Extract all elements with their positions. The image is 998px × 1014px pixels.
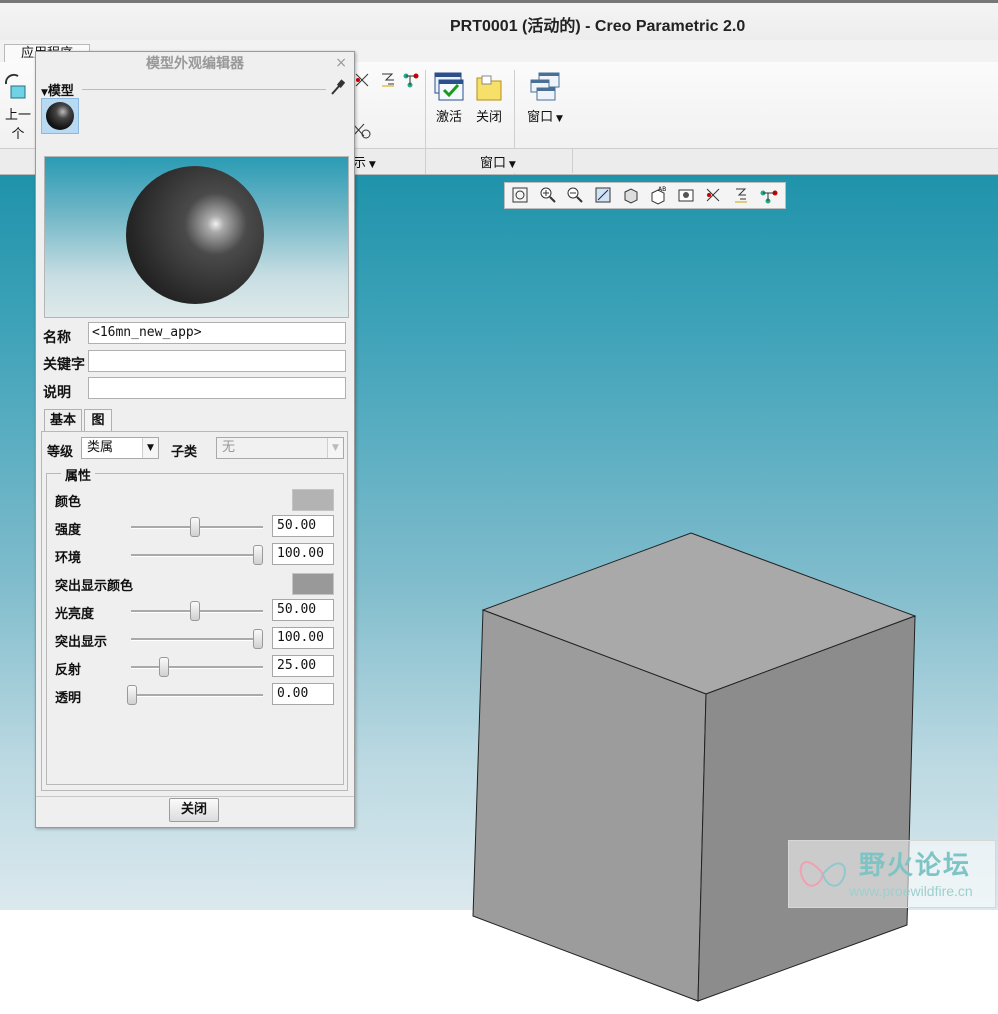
properties-legend: 属性	[61, 465, 96, 484]
reflection-input[interactable]: 25.00	[272, 655, 334, 677]
close-folder-icon	[473, 72, 505, 102]
repaint-icon[interactable]	[592, 184, 615, 208]
slider-thumb[interactable]	[158, 657, 169, 677]
slider-thumb[interactable]	[127, 685, 137, 705]
reflection-slider[interactable]	[131, 657, 263, 677]
ambient-label: 环境	[55, 551, 82, 566]
class-label: 等级	[47, 445, 74, 460]
color-swatch[interactable]	[292, 489, 334, 511]
window-title: PRT0001 (活动的) - Creo Parametric 2.0	[450, 18, 746, 35]
butterfly-logo-icon	[799, 861, 846, 887]
highlight-color-swatch[interactable]	[292, 573, 334, 595]
cube-model[interactable]	[470, 530, 920, 1014]
svg-text:AB: AB	[658, 186, 666, 193]
appearance-preview	[44, 156, 349, 318]
subclass-value: 无	[222, 440, 236, 455]
ambient-input[interactable]: 100.00	[272, 543, 334, 565]
spin-center-icon[interactable]	[730, 184, 753, 208]
previous-button[interactable]: 上一个	[0, 70, 36, 142]
intensity-input[interactable]: 50.00	[272, 515, 334, 537]
divider	[82, 89, 326, 90]
transparency-slider[interactable]	[127, 685, 263, 705]
separator	[572, 149, 573, 173]
close-window-button[interactable]: 关闭	[471, 72, 507, 125]
eyedropper-icon[interactable]	[329, 79, 346, 97]
class-select[interactable]: 类属 ▼	[81, 437, 159, 459]
shininess-input[interactable]: 50.00	[272, 599, 334, 621]
highlight-label: 突出显示	[55, 635, 108, 650]
intensity-slider[interactable]	[131, 517, 263, 537]
slider-thumb[interactable]	[253, 545, 263, 565]
ambient-slider[interactable]	[131, 545, 263, 565]
chevron-down-icon: ▼	[366, 160, 376, 170]
datum-planes-icon	[355, 73, 369, 87]
activate-icon	[433, 72, 465, 102]
intensity-label: 强度	[55, 523, 82, 538]
shininess-label: 光亮度	[55, 607, 95, 622]
separator	[425, 149, 426, 173]
group-label-left[interactable]: 示 ▼	[353, 152, 376, 171]
name-field[interactable]: <16mn_new_app>	[88, 322, 346, 344]
graphics-toolbar: AB	[504, 182, 786, 209]
view-manager-icon[interactable]	[675, 184, 698, 208]
activate-label: 激活	[435, 110, 462, 125]
highlight-slider[interactable]	[131, 629, 263, 649]
zoom-out-icon[interactable]	[564, 184, 587, 208]
window-dropdown-button[interactable]: 窗口 ▼	[520, 72, 570, 125]
shininess-slider[interactable]	[131, 601, 263, 621]
description-label: 说明	[43, 385, 71, 401]
window-label: 窗口	[527, 110, 554, 125]
saved-orientations-icon[interactable]: AB	[647, 184, 670, 208]
windows-icon	[529, 72, 561, 102]
chevron-down-icon: ▼	[327, 438, 343, 458]
highlight-color-label: 突出显示颜色	[55, 579, 134, 594]
refit-icon[interactable]	[509, 184, 532, 208]
chevron-down-icon: ▼	[553, 114, 563, 124]
zoom-in-icon[interactable]	[537, 184, 560, 208]
name-label: 名称	[43, 330, 71, 346]
activate-button[interactable]: 激活	[430, 72, 468, 125]
slider-thumb[interactable]	[190, 517, 200, 537]
model-section-header[interactable]: ▼模型	[41, 80, 74, 99]
subclass-label: 子类	[171, 445, 198, 460]
forum-watermark: 野火论坛 www.proewildfire.cn	[788, 840, 996, 908]
description-field[interactable]	[88, 377, 346, 399]
csys-icon	[382, 73, 394, 87]
points-icon	[403, 73, 419, 88]
dialog-close-button[interactable]: 关闭	[169, 798, 219, 822]
small-icon-row	[352, 70, 422, 90]
close-icon[interactable]: ×	[335, 55, 347, 71]
appearance-thumbnail[interactable]	[41, 98, 79, 134]
appearance-editor-dialog: 模型外观编辑器 × ▼模型 名称 <16mn_new_app> 关键字 说明 基…	[35, 51, 355, 828]
properties-group: 属性 颜色 强度 50.00 环境 100.00 突出显示颜色 光亮度 50.0…	[46, 465, 344, 785]
transparency-label: 透明	[55, 691, 82, 706]
previous-label: 上一个	[4, 108, 31, 142]
subclass-select[interactable]: 无 ▼	[216, 437, 344, 459]
slider-thumb[interactable]	[253, 629, 263, 649]
tab-map[interactable]: 图	[84, 409, 112, 431]
class-value: 类属	[87, 440, 114, 455]
tab-basic[interactable]: 基本	[44, 409, 82, 431]
title-bar: PRT0001 (活动的) - Creo Parametric 2.0	[0, 0, 998, 43]
datum-display-icon[interactable]	[702, 184, 725, 208]
keyword-field[interactable]	[88, 350, 346, 372]
close-window-label: 关闭	[475, 110, 502, 125]
display-style-icon[interactable]	[619, 184, 642, 208]
chevron-down-icon: ▼	[506, 160, 516, 170]
divider	[36, 796, 354, 797]
highlight-input[interactable]: 100.00	[272, 627, 334, 649]
reflection-label: 反射	[55, 663, 82, 678]
annotation-display-icon[interactable]	[757, 184, 780, 208]
watermark-title: 野火论坛	[859, 851, 972, 881]
chevron-down-icon: ▼	[142, 438, 158, 458]
transparency-input[interactable]: 0.00	[272, 683, 334, 705]
dialog-title: 模型外观编辑器	[146, 56, 244, 72]
group-label-window[interactable]: 窗口 ▼	[480, 152, 516, 171]
previous-icon	[2, 70, 34, 100]
slider-thumb[interactable]	[190, 601, 200, 621]
color-label: 颜色	[55, 495, 82, 510]
keyword-label: 关键字	[43, 357, 85, 373]
watermark-url: www.proewildfire.cn	[849, 883, 973, 899]
collapse-triangle-icon: ▼	[41, 88, 48, 98]
